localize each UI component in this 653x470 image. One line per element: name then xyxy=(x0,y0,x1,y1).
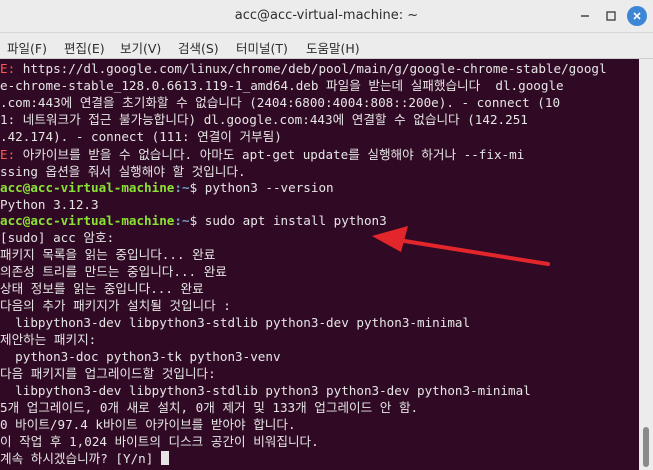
menu-search[interactable]: 검색(S) xyxy=(178,38,219,57)
prompt-user: acc@acc-virtual-machine xyxy=(0,213,175,228)
minimize-button[interactable] xyxy=(575,6,595,26)
output-line: E: https://dl.google.com/linux/chrome/de… xyxy=(0,61,607,76)
maximize-button[interactable] xyxy=(601,6,621,26)
menu-view[interactable]: 보기(V) xyxy=(120,38,161,57)
output-line: 다음의 추가 패키지가 설치될 것입니다 : xyxy=(0,298,231,313)
error-tag: E: xyxy=(0,61,16,76)
output-line: libpython3-dev libpython3-stdlib python3… xyxy=(0,383,531,398)
minimize-icon xyxy=(581,15,589,17)
maximize-icon xyxy=(606,11,616,21)
prompt-sign: $ xyxy=(189,180,205,195)
output-line: Python 3.12.3 xyxy=(0,197,99,212)
output-line: .com:443에 연결을 초기화할 수 없습니다 (2404:6800:400… xyxy=(0,95,561,110)
output-line: 패키지 목록을 읽는 중입니다... 완료 xyxy=(0,247,216,262)
terminal-window: acc@acc-virtual-machine: ~ 파일(F) 편집(E) 보… xyxy=(0,0,653,470)
output-line: python3-doc python3-tk python3-venv xyxy=(0,349,281,364)
confirm-question: 계속 하시겠습니까? [Y/n] xyxy=(0,451,161,466)
command-text: python3 --version xyxy=(204,180,334,195)
close-icon xyxy=(633,12,641,20)
title-bar[interactable]: acc@acc-virtual-machine: ~ xyxy=(0,0,653,33)
output-line: 상태 정보를 읽는 중입니다... 완료 xyxy=(0,281,204,296)
prompt-user: acc@acc-virtual-machine xyxy=(0,180,175,195)
text-cursor xyxy=(160,451,169,465)
output-line: 1: 네트워크가 접근 불가능합니다) dl.google.com:443에 연… xyxy=(0,112,528,127)
prompt-path: :~ xyxy=(174,180,190,195)
input-prompt-line[interactable]: 계속 하시겠습니까? [Y/n] xyxy=(0,450,169,467)
output-line: [sudo] acc 암호: xyxy=(0,230,115,245)
menu-edit[interactable]: 편집(E) xyxy=(64,38,105,57)
terminal-output[interactable]: E: https://dl.google.com/linux/chrome/de… xyxy=(0,59,639,470)
output-line: .42.174). - connect (111: 연결이 거부됨) xyxy=(0,129,282,144)
prompt-path: :~ xyxy=(174,213,190,228)
menu-bar: 파일(F) 편집(E) 보기(V) 검색(S) 터미널(T) 도움말(H) xyxy=(0,33,653,59)
prompt-line: acc@acc-virtual-machine:~$ sudo apt inst… xyxy=(0,212,387,229)
menu-terminal[interactable]: 터미널(T) xyxy=(236,38,288,57)
scrollbar-thumb[interactable] xyxy=(643,427,649,467)
menu-help[interactable]: 도움말(H) xyxy=(306,38,360,57)
output-line: e-chrome-stable_128.0.6613.119-1_amd64.d… xyxy=(0,78,564,93)
output-line: E: 아카이브를 받을 수 없습니다. 아마도 apt-get update를 … xyxy=(0,147,525,162)
prompt-sign: $ xyxy=(189,213,205,228)
output-line: libpython3-dev libpython3-stdlib python3… xyxy=(0,315,471,330)
output-line: 5개 업그레이드, 0개 새로 설치, 0개 제거 및 133개 업그레이드 안… xyxy=(0,400,419,415)
output-line: 의존성 트리를 만드는 중입니다... 완료 xyxy=(0,264,227,279)
window-title: acc@acc-virtual-machine: ~ xyxy=(234,8,419,23)
command-text: sudo apt install python3 xyxy=(204,213,387,228)
output-line: 다음 패키지를 업그레이드할 것입니다: xyxy=(0,366,216,381)
output-line: ssing 옵션을 줘서 실행해야 할 것입니다. xyxy=(0,164,246,179)
vertical-scrollbar[interactable] xyxy=(639,59,653,470)
error-tag: E: xyxy=(0,147,16,162)
output-line: 이 작업 후 1,024 바이트의 디스크 공간이 비워집니다. xyxy=(0,434,319,449)
menu-file[interactable]: 파일(F) xyxy=(7,38,47,57)
output-line: 제안하는 패키지: xyxy=(0,332,97,347)
output-line: 0 바이트/97.4 k바이트 아카이브를 받아야 합니다. xyxy=(0,417,296,432)
close-button[interactable] xyxy=(627,6,647,26)
prompt-line: acc@acc-virtual-machine:~$ python3 --ver… xyxy=(0,179,334,196)
